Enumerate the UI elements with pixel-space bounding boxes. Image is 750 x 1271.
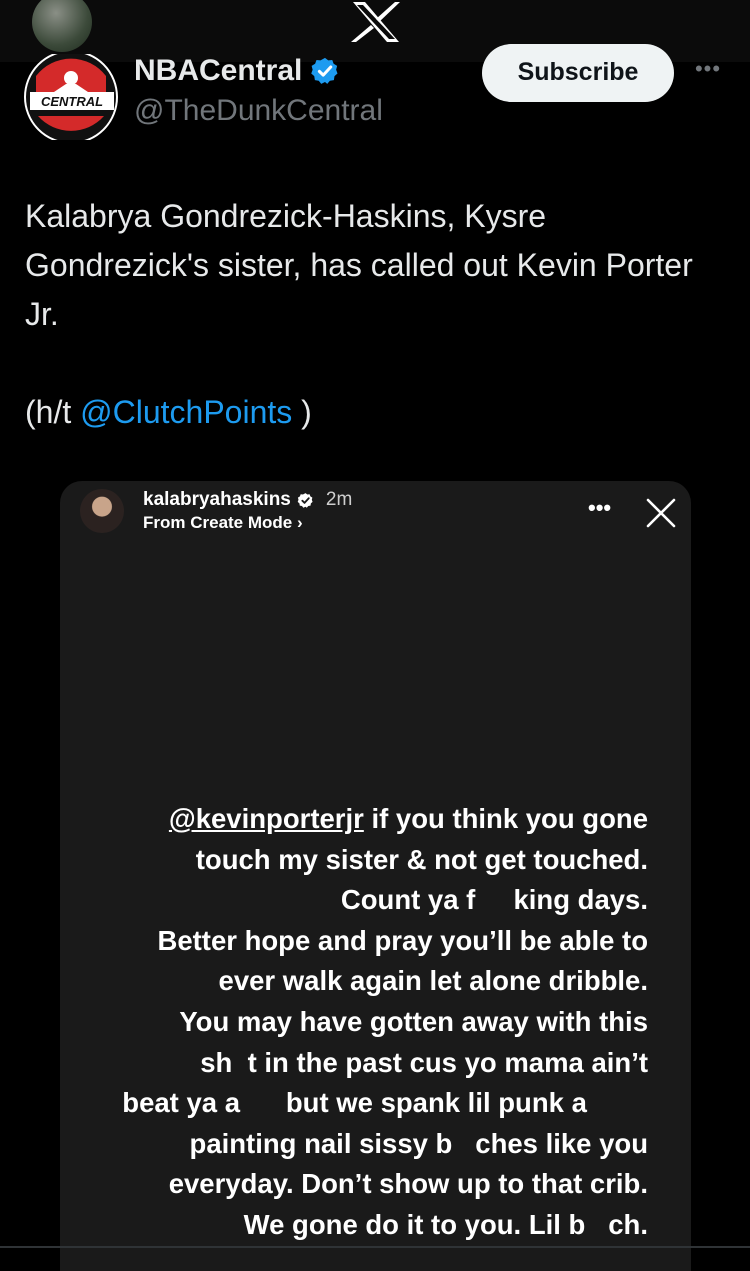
tweet-body: Kalabrya Gondrezick-Haskins, Kysre Gondr… (25, 198, 693, 332)
more-options-button[interactable]: ••• (690, 56, 726, 81)
story-line: everyday. Don’t show up to that crib. (168, 1168, 648, 1200)
story-screenshot-image[interactable]: kalabryahaskins 2m From Create Mode › ••… (60, 481, 691, 1271)
credit-prefix: (h/t (25, 394, 81, 430)
avatar-text: CENTRAL (41, 94, 103, 109)
tweet-credit: (h/t @ClutchPoints ) (25, 388, 725, 437)
story-line: @kevinporterjr if you think you gone (100, 799, 648, 840)
story-message: @kevinporterjr if you think you gone tou… (100, 799, 648, 1246)
story-line: painting nail sissy b ches like you (189, 1127, 648, 1159)
story-line: Better hope and pray you’ll be able to (157, 924, 648, 956)
story-line: sh t in the past cus yo mama ain’t (200, 1046, 648, 1078)
story-line: ever walk again let alone dribble. (218, 965, 648, 997)
story-line: We gone do it to you. Lil b ch. (243, 1208, 648, 1240)
story-more-icon: ••• (588, 495, 612, 520)
story-mention: @kevinporterjr (168, 803, 364, 834)
divider (0, 1246, 750, 1248)
story-time: 2m (325, 489, 353, 510)
story-username: kalabryahaskins (143, 489, 291, 510)
author-handle[interactable]: @TheDunkCentral (134, 94, 383, 128)
author-name[interactable]: NBACentral (134, 54, 340, 88)
story-line: beat ya a but we spank lil punk a (122, 1087, 648, 1119)
verified-badge-icon (311, 57, 338, 84)
story-verified-icon (297, 492, 313, 508)
story-line: Count ya f king days. (340, 884, 648, 916)
story-subtitle: From Create Mode › (143, 513, 303, 532)
subscribe-button[interactable]: Subscribe (482, 44, 674, 102)
story-line: touch my sister & not get touched. (195, 843, 648, 875)
story-line: You may have gotten away with this (179, 1005, 648, 1037)
x-logo-icon[interactable] (349, 2, 403, 42)
close-icon (646, 498, 676, 528)
author-name-text: NBACentral (134, 54, 303, 87)
credit-suffix: ) (292, 394, 312, 430)
story-line-rest: if you think you gone (363, 803, 648, 834)
author-avatar[interactable]: CENTRAL (24, 54, 120, 140)
profile-avatar[interactable] (32, 0, 92, 52)
story-header: kalabryahaskins 2m (143, 489, 352, 511)
clutchpoints-mention-link[interactable]: @ClutchPoints (80, 394, 292, 430)
tweet-text: Kalabrya Gondrezick-Haskins, Kysre Gondr… (25, 192, 725, 437)
story-avatar (80, 489, 124, 533)
tweet-spacer (25, 339, 725, 388)
